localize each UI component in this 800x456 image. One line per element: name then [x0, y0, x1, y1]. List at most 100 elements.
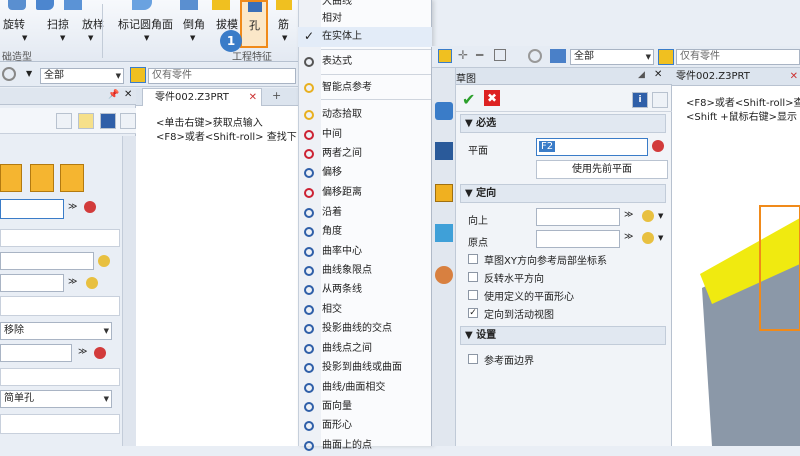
info-icon[interactable]	[100, 113, 116, 129]
menu-item-4[interactable]: 智能点参考	[298, 78, 432, 98]
menu-item-11[interactable]: 角度	[298, 222, 432, 242]
chevron-double-down-icon[interactable]: ≫	[78, 347, 87, 357]
checkbox-active-view[interactable]: ✓	[468, 308, 478, 318]
chevron-double-down-icon[interactable]: ≫	[68, 202, 77, 212]
checkbox-flip-horizontal[interactable]	[468, 272, 478, 282]
pick-icon[interactable]	[652, 140, 664, 152]
ribbon-btn-revolve[interactable]: 旋转	[3, 16, 25, 32]
left-field-2[interactable]	[0, 252, 94, 270]
chevron-down-icon[interactable]: ▼	[658, 234, 663, 242]
pick-icon[interactable]	[94, 347, 106, 359]
ribbon-btn-rib[interactable]: 筋	[278, 16, 289, 32]
filter-parts-left[interactable]: 仅有零件	[148, 68, 296, 84]
plane-input[interactable]: F2	[536, 138, 648, 156]
section-required[interactable]: ▼ 必选	[460, 114, 666, 133]
pin-pick-icon[interactable]	[86, 277, 98, 289]
sketch-tool-icon[interactable]	[435, 102, 453, 120]
pin-icon[interactable]: 📌	[108, 90, 119, 100]
menu-item-16[interactable]: 投影曲线的交点	[298, 319, 432, 339]
pick-icon[interactable]	[84, 201, 96, 213]
cursor-icon[interactable]	[438, 49, 452, 63]
filter-icon[interactable]	[658, 49, 674, 65]
pin-pick-icon[interactable]	[642, 210, 654, 222]
section-orientation[interactable]: ▼ 定向	[460, 184, 666, 203]
menu-item-17[interactable]: 曲线点之间	[298, 339, 432, 359]
menu-item-7[interactable]: 两者之间	[298, 144, 432, 164]
chevron-down-icon[interactable]: ▼	[282, 34, 287, 42]
chevron-down-icon[interactable]: ▼	[144, 34, 149, 42]
help-icon[interactable]	[652, 92, 668, 108]
confirm-check-icon[interactable]: ✔	[462, 90, 475, 109]
ribbon-btn-hole[interactable]: 孔	[240, 0, 268, 48]
menu-item-5[interactable]: 动态拾取	[298, 105, 432, 125]
left-scroll[interactable]	[122, 136, 136, 446]
hole-type-tapped-2[interactable]	[60, 164, 84, 192]
menu-item-3[interactable]: 表达式	[298, 52, 432, 72]
checkbox-xy-local[interactable]	[468, 254, 478, 264]
chevron-down-icon[interactable]: ▼	[60, 34, 65, 42]
image-icon[interactable]	[435, 224, 453, 242]
filter-parts-right[interactable]: 仅有零件	[676, 49, 800, 65]
pin-icon[interactable]: ◢	[638, 70, 645, 80]
target-icon[interactable]	[528, 49, 542, 63]
hole-type-simple[interactable]	[0, 164, 22, 192]
hole-combo[interactable]: 简单孔 ▼	[0, 390, 112, 408]
grid-icon[interactable]	[494, 49, 506, 61]
chevron-down-icon[interactable]: ▼	[22, 34, 27, 42]
eye-icon[interactable]	[56, 113, 72, 129]
use-previous-plane-button[interactable]: 使用先前平面	[536, 160, 668, 179]
hole-type-tapped[interactable]	[30, 164, 54, 192]
chevron-double-down-icon[interactable]: ≫	[624, 210, 633, 220]
menu-item-19[interactable]: 曲线/曲面相交	[298, 378, 432, 398]
pin-pick-icon[interactable]	[642, 232, 654, 244]
brush-icon[interactable]	[78, 113, 94, 129]
menu-item-14[interactable]: 从两条线	[298, 280, 432, 300]
add-tab-icon[interactable]: +	[272, 89, 281, 102]
menu-item-12[interactable]: 曲率中心	[298, 242, 432, 262]
ribbon-btn-loft[interactable]: 放样	[82, 16, 104, 32]
help-icon[interactable]	[120, 113, 136, 129]
ribbon-btn-chamfer[interactable]: 倒角	[183, 16, 205, 32]
part-icon[interactable]	[435, 184, 453, 202]
filter-icon[interactable]	[130, 67, 146, 83]
left-selection-field[interactable]	[0, 199, 64, 219]
menu-item-2[interactable]: ✓ 在实体上	[298, 27, 432, 47]
filter-arrow-icon[interactable]	[550, 49, 566, 63]
filter-combo-left[interactable]: 全部 ▼	[40, 68, 124, 84]
close-icon[interactable]: ✕	[654, 69, 662, 80]
checkbox-defined-centroid[interactable]	[468, 290, 478, 300]
center-doc-tab[interactable]: 零件002.Z3PRT ✕	[142, 88, 262, 106]
chevron-double-down-icon[interactable]: ≫	[68, 277, 77, 287]
menu-item-10[interactable]: 沿着	[298, 203, 432, 223]
minus-icon[interactable]: ━	[476, 48, 483, 62]
filter-combo-right[interactable]: 全部 ▼	[570, 49, 654, 65]
ribbon-btn-fillet-face[interactable]: 标记圆角面	[118, 16, 173, 32]
close-icon[interactable]: ✕	[124, 89, 132, 100]
left-field-5[interactable]	[0, 344, 72, 362]
pin-pick-icon[interactable]	[98, 255, 110, 267]
menu-item-21[interactable]: 面形心	[298, 416, 432, 436]
origin-input[interactable]	[536, 230, 620, 248]
section-settings[interactable]: ▼ 设置	[460, 326, 666, 345]
menu-item-13[interactable]: 曲线象限点	[298, 261, 432, 281]
menu-item-8[interactable]: 偏移	[298, 163, 432, 183]
menu-item-1[interactable]: 相对	[298, 9, 432, 29]
menu-item-6[interactable]: 中间	[298, 125, 432, 145]
info-icon[interactable]: i	[632, 92, 648, 108]
plus-icon[interactable]: ✛	[458, 48, 468, 62]
chevron-down-icon[interactable]: ▼	[190, 34, 195, 42]
model-viewport[interactable]	[672, 68, 800, 446]
filter-arrow-icon[interactable]: ▼	[26, 69, 32, 78]
up-input[interactable]	[536, 208, 620, 226]
left-field-3[interactable]	[0, 274, 64, 292]
chevron-down-icon[interactable]: ▼	[88, 34, 93, 42]
checkbox-face-boundary[interactable]	[468, 354, 478, 364]
menu-item-15[interactable]: 相交	[298, 300, 432, 320]
close-icon[interactable]: ✕	[249, 89, 257, 106]
user-icon[interactable]	[435, 266, 453, 284]
menu-item-9[interactable]: 偏移距离	[298, 183, 432, 203]
chevron-down-icon[interactable]: ▼	[658, 212, 663, 220]
menu-item-20[interactable]: 面向量	[298, 397, 432, 417]
remove-combo[interactable]: 移除 ▼	[0, 322, 112, 340]
chevron-double-down-icon[interactable]: ≫	[624, 232, 633, 242]
